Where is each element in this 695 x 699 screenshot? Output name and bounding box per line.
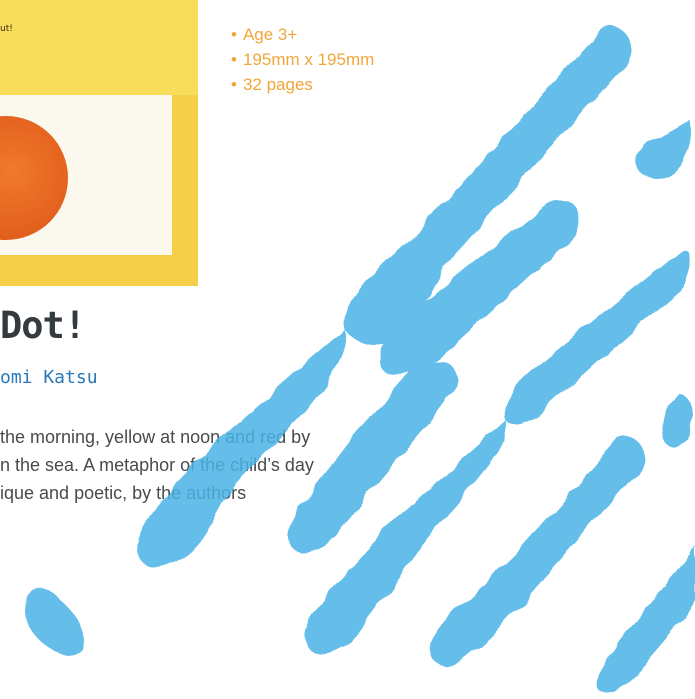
description-line: the morning, yellow at noon and red by xyxy=(0,427,311,447)
brush-stroke xyxy=(24,589,84,656)
book-specs-list: Age 3+ 195mm x 195mm 32 pages xyxy=(231,22,374,97)
description-line: n the sea. A metaphor of the child’s day xyxy=(0,455,314,475)
book-authors[interactable]: omi Katsu xyxy=(0,367,98,388)
spec-age: Age 3+ xyxy=(231,22,374,47)
description-line: ique and poetic, by the authors xyxy=(0,483,247,503)
product-page: ut! Age 3+ 195mm x 195mm 32 pages Dot! o… xyxy=(0,0,695,699)
brush-stroke xyxy=(595,545,695,694)
book-title: Dot! xyxy=(0,304,86,347)
spec-pages: 32 pages xyxy=(231,72,374,97)
brush-stroke xyxy=(503,249,692,424)
cover-top-band xyxy=(0,0,198,95)
brush-stroke xyxy=(379,199,580,375)
book-cover-image: ut! xyxy=(0,0,198,286)
book-description: the morning, yellow at noon and red by n… xyxy=(0,423,470,507)
cover-caption: ut! xyxy=(0,24,13,34)
spec-size: 195mm x 195mm xyxy=(231,47,374,72)
brush-stroke xyxy=(663,395,692,449)
brush-stroke xyxy=(344,27,632,346)
brush-stroke xyxy=(637,120,691,179)
